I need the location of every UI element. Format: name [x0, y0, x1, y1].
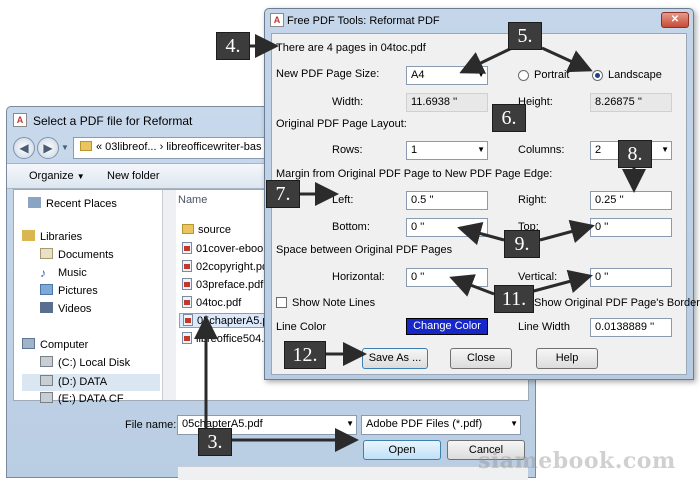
arrow-11b — [529, 269, 593, 294]
callout-6: 6. — [492, 104, 526, 132]
callout-8: 8. — [618, 140, 652, 168]
arrow-5b — [541, 46, 593, 73]
arrow-5a — [459, 46, 513, 74]
arrow-9b — [539, 219, 595, 244]
callout-12: 12. — [284, 341, 326, 369]
callout-3: 3. — [198, 428, 232, 456]
arrow-9a — [457, 221, 505, 246]
callout-11: 11. — [494, 285, 534, 313]
watermark-text: siamebook.com — [478, 448, 676, 474]
callout-5: 5. — [508, 22, 542, 50]
arrow-11a — [449, 274, 495, 297]
callout-4: 4. — [216, 32, 250, 60]
callout-9: 9. — [504, 230, 540, 258]
callout-7: 7. — [266, 180, 300, 208]
callout-arrows — [194, 34, 646, 452]
